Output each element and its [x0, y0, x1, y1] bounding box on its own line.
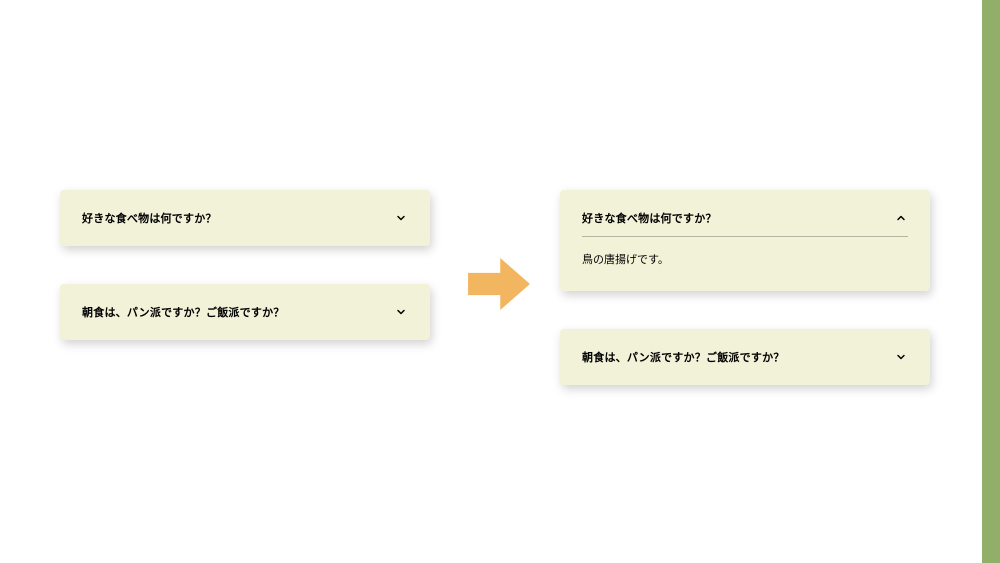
accordion-title: 朝食は、パン派ですか？ご飯派ですか？ — [582, 349, 785, 365]
decorative-right-strip — [982, 0, 1000, 563]
accordion-card: 好きな食べ物は何ですか？ — [60, 190, 430, 246]
accordion-body: 鳥の唐揚げです。 — [560, 237, 930, 291]
accordion-toggle[interactable]: 好きな食べ物は何ですか？ — [560, 190, 930, 236]
accordion-card: 朝食は、パン派ですか？ご飯派ですか？ — [560, 329, 930, 385]
transition-arrow-icon — [468, 258, 530, 310]
accordion-title: 朝食は、パン派ですか？ご飯派ですか？ — [82, 304, 285, 320]
chevron-down-icon — [394, 305, 408, 319]
accordion-title: 好きな食べ物は何ですか？ — [82, 210, 217, 226]
accordion-toggle[interactable]: 朝食は、パン派ですか？ご飯派ですか？ — [560, 329, 930, 385]
diagram-stage: 好きな食べ物は何ですか？ 朝食は、パン派ですか？ご飯派ですか？ 好きな食べ物 — [0, 0, 1000, 563]
accordion-card: 朝食は、パン派ですか？ご飯派ですか？ — [60, 284, 430, 340]
accordion-toggle[interactable]: 朝食は、パン派ですか？ご飯派ですか？ — [60, 284, 430, 340]
before-column: 好きな食べ物は何ですか？ 朝食は、パン派ですか？ご飯派ですか？ — [60, 190, 430, 340]
accordion-title: 好きな食べ物は何ですか？ — [582, 210, 717, 226]
chevron-up-icon — [894, 211, 908, 225]
chevron-down-icon — [394, 211, 408, 225]
accordion-card: 好きな食べ物は何ですか？ 鳥の唐揚げです。 — [560, 190, 930, 291]
chevron-down-icon — [894, 350, 908, 364]
accordion-toggle[interactable]: 好きな食べ物は何ですか？ — [60, 190, 430, 246]
after-column: 好きな食べ物は何ですか？ 鳥の唐揚げです。 朝食は、パン派ですか？ご飯派ですか？ — [560, 190, 930, 385]
